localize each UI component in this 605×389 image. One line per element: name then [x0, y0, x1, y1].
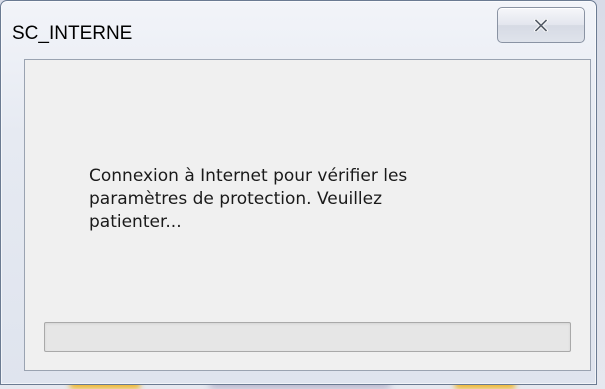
window-title: SC_INTERNE [12, 23, 133, 44]
dialog-window: SC_INTERNE Connexion à Internet pour vér… [0, 0, 597, 385]
close-icon [498, 8, 584, 42]
close-button[interactable] [497, 7, 585, 43]
status-message: Connexion à Internet pour vérifier les p… [89, 166, 408, 232]
progress-bar [44, 322, 571, 352]
dialog-content: Connexion à Internet pour vérifier les p… [24, 59, 591, 371]
